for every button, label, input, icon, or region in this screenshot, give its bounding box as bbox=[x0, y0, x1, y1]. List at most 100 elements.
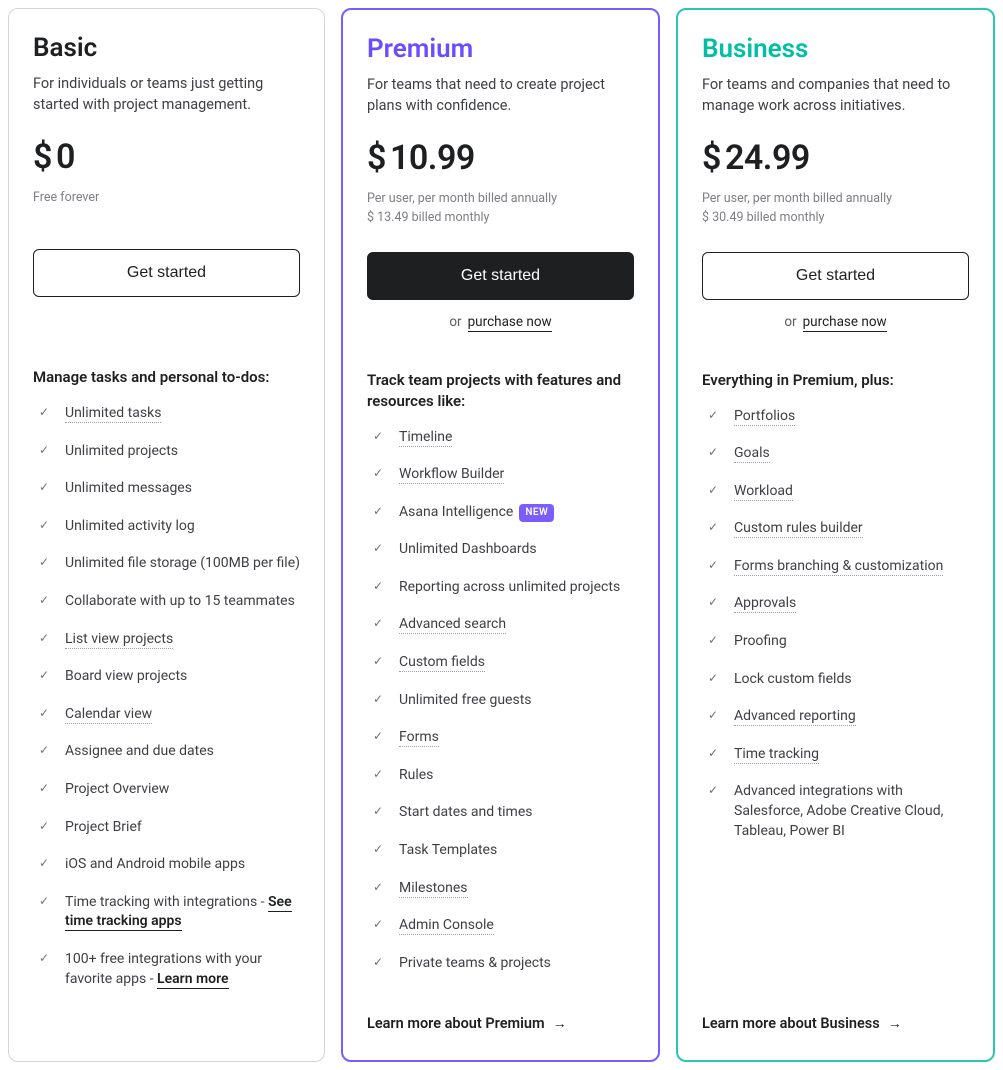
purchase-row bbox=[33, 311, 300, 331]
feature-item: Milestones bbox=[373, 879, 634, 899]
feature-label[interactable]: Timeline bbox=[399, 429, 452, 447]
feature-label: Private teams & projects bbox=[399, 955, 551, 971]
plan-desc: For teams and companies that need to man… bbox=[702, 74, 969, 118]
new-badge: NEW bbox=[519, 504, 554, 522]
feature-label: Reporting across unlimited projects bbox=[399, 579, 620, 595]
feature-label[interactable]: Time tracking bbox=[734, 746, 819, 764]
feature-trail-link[interactable]: Learn more bbox=[157, 971, 228, 989]
feature-item: Start dates and times bbox=[373, 803, 634, 823]
feature-item: Unlimited activity log bbox=[39, 517, 300, 537]
plan-card-basic: Basic For individuals or teams just gett… bbox=[8, 8, 325, 1062]
feature-item: Advanced search bbox=[373, 615, 634, 635]
feature-item: Rules bbox=[373, 766, 634, 786]
purchase-row: orpurchase now bbox=[702, 314, 969, 334]
feature-item: Advanced reporting bbox=[708, 707, 969, 727]
feature-item: Collaborate with up to 15 teammates bbox=[39, 592, 300, 612]
plan-card-premium: Premium For teams that need to create pr… bbox=[341, 8, 660, 1062]
feature-item: Timeline bbox=[373, 428, 634, 448]
feature-item: Time tracking with integrations - See ti… bbox=[39, 893, 300, 932]
feature-label: Asana Intelligence bbox=[399, 504, 513, 520]
feature-item: Assignee and due dates bbox=[39, 742, 300, 762]
feature-item: Workload bbox=[708, 482, 969, 502]
feature-item: Unlimited projects bbox=[39, 442, 300, 462]
plan-price: $0 bbox=[33, 137, 300, 177]
feature-item: Goals bbox=[708, 444, 969, 464]
feature-item: Unlimited Dashboards bbox=[373, 540, 634, 560]
feature-item: Approvals bbox=[708, 594, 969, 614]
feature-item: Unlimited file storage (100MB per file) bbox=[39, 554, 300, 574]
feature-label: Start dates and times bbox=[399, 804, 533, 820]
feature-label: Advanced integrations with Salesforce, A… bbox=[734, 783, 943, 838]
feature-item: Lock custom fields bbox=[708, 670, 969, 690]
features-heading: Track team projects with features and re… bbox=[367, 370, 634, 412]
feature-label[interactable]: List view projects bbox=[65, 631, 173, 649]
feature-item: Admin Console bbox=[373, 916, 634, 936]
get-started-button[interactable]: Get started bbox=[702, 252, 969, 300]
pricing-grid: Basic For individuals or teams just gett… bbox=[8, 8, 995, 1062]
feature-label: Unlimited Dashboards bbox=[399, 541, 537, 557]
plan-subprice: Free forever bbox=[33, 189, 300, 225]
feature-item: Proofing bbox=[708, 632, 969, 652]
feature-item: Board view projects bbox=[39, 667, 300, 687]
purchase-now-link[interactable]: purchase now bbox=[803, 314, 887, 332]
plan-name: Business bbox=[702, 34, 969, 64]
feature-label[interactable]: Workflow Builder bbox=[399, 466, 504, 484]
feature-label: Unlimited free guests bbox=[399, 692, 532, 708]
get-started-button[interactable]: Get started bbox=[33, 249, 300, 297]
feature-label[interactable]: Forms branching & customization bbox=[734, 558, 943, 576]
feature-label: Board view projects bbox=[65, 668, 187, 684]
feature-item: Portfolios bbox=[708, 407, 969, 427]
plan-price: $10.99 bbox=[367, 138, 634, 178]
plan-name: Basic bbox=[33, 33, 300, 63]
features-list: Timeline Workflow Builder Asana Intelligen… bbox=[367, 428, 634, 992]
feature-label[interactable]: Goals bbox=[734, 445, 770, 463]
feature-label: Project Overview bbox=[65, 781, 169, 797]
feature-label: Project Brief bbox=[65, 819, 142, 835]
feature-item: Calendar view bbox=[39, 705, 300, 725]
plan-card-business: Business For teams and companies that ne… bbox=[676, 8, 995, 1062]
purchase-row: orpurchase now bbox=[367, 314, 634, 334]
feature-item: Unlimited messages bbox=[39, 479, 300, 499]
feature-item: List view projects bbox=[39, 630, 300, 650]
feature-label[interactable]: Workload bbox=[734, 483, 793, 501]
feature-item: Time tracking bbox=[708, 745, 969, 765]
feature-item: Unlimited tasks bbox=[39, 404, 300, 424]
feature-label: Unlimited activity log bbox=[65, 518, 195, 534]
feature-label[interactable]: Portfolios bbox=[734, 408, 795, 426]
feature-label[interactable]: Custom rules builder bbox=[734, 520, 863, 538]
feature-label: Unlimited projects bbox=[65, 443, 178, 459]
feature-item: Custom rules builder bbox=[708, 519, 969, 539]
get-started-button[interactable]: Get started bbox=[367, 252, 634, 300]
feature-label: Collaborate with up to 15 teammates bbox=[65, 593, 295, 609]
feature-label[interactable]: Unlimited tasks bbox=[65, 405, 161, 423]
feature-label[interactable]: Approvals bbox=[734, 595, 796, 613]
feature-item: Asana Intelligence NEW bbox=[373, 503, 634, 523]
feature-label[interactable]: Milestones bbox=[399, 880, 468, 898]
plan-price: $24.99 bbox=[702, 138, 969, 178]
feature-label: Proofing bbox=[734, 633, 787, 649]
feature-item: Reporting across unlimited projects bbox=[373, 578, 634, 598]
purchase-now-link[interactable]: purchase now bbox=[468, 314, 552, 332]
feature-item: Task Templates bbox=[373, 841, 634, 861]
feature-label[interactable]: Advanced search bbox=[399, 616, 506, 634]
feature-label[interactable]: Advanced reporting bbox=[734, 708, 856, 726]
feature-label: Unlimited messages bbox=[65, 480, 192, 496]
feature-item: Unlimited free guests bbox=[373, 691, 634, 711]
feature-label: Time tracking with integrations - bbox=[65, 894, 268, 910]
plan-subprice: Per user, per month billed annually $ 30… bbox=[702, 190, 969, 228]
feature-item: Workflow Builder bbox=[373, 465, 634, 485]
features-list: Unlimited tasks Unlimited projects Unlimit… bbox=[33, 404, 300, 1033]
feature-label: Rules bbox=[399, 767, 433, 783]
feature-label[interactable]: Custom fields bbox=[399, 654, 485, 672]
feature-label: iOS and Android mobile apps bbox=[65, 856, 245, 872]
feature-item: 100+ free integrations with your favorit… bbox=[39, 950, 300, 989]
feature-item: Project Overview bbox=[39, 780, 300, 800]
feature-item: Advanced integrations with Salesforce, A… bbox=[708, 782, 969, 841]
plan-desc: For teams that need to create project pl… bbox=[367, 74, 634, 118]
features-heading: Manage tasks and personal to-dos: bbox=[33, 367, 300, 388]
feature-label[interactable]: Calendar view bbox=[65, 706, 152, 724]
feature-label[interactable]: Admin Console bbox=[399, 917, 494, 935]
feature-item: Custom fields bbox=[373, 653, 634, 673]
feature-label: Lock custom fields bbox=[734, 671, 852, 687]
feature-label[interactable]: Forms bbox=[399, 729, 439, 747]
